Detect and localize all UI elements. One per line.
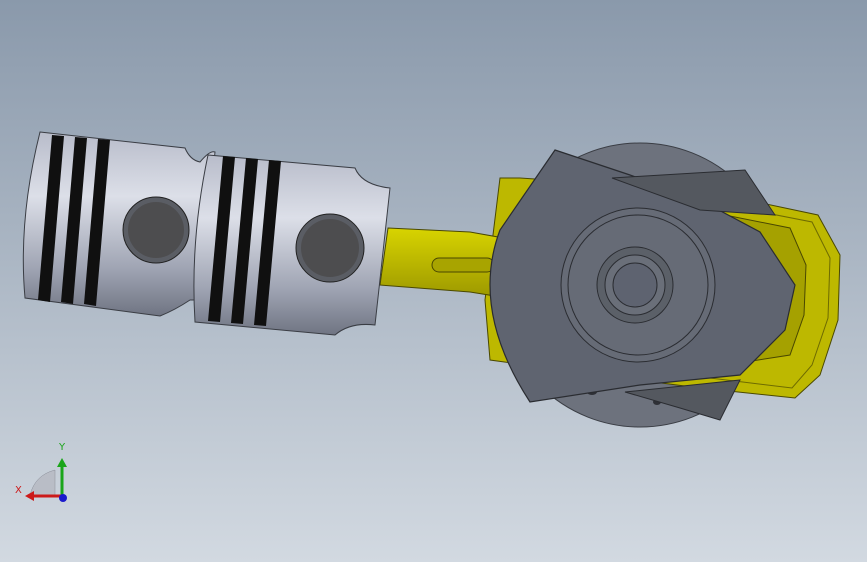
y-axis-label: Y	[59, 442, 66, 453]
coordinate-triad: Y X	[10, 440, 80, 510]
x-axis-label: X	[15, 485, 22, 496]
piston-front[interactable]	[22, 131, 216, 317]
piston-rear[interactable]	[193, 154, 391, 336]
model-canvas[interactable]	[0, 0, 867, 562]
graphics-viewport[interactable]: Y X	[0, 0, 867, 562]
z-axis-dot	[59, 494, 67, 502]
